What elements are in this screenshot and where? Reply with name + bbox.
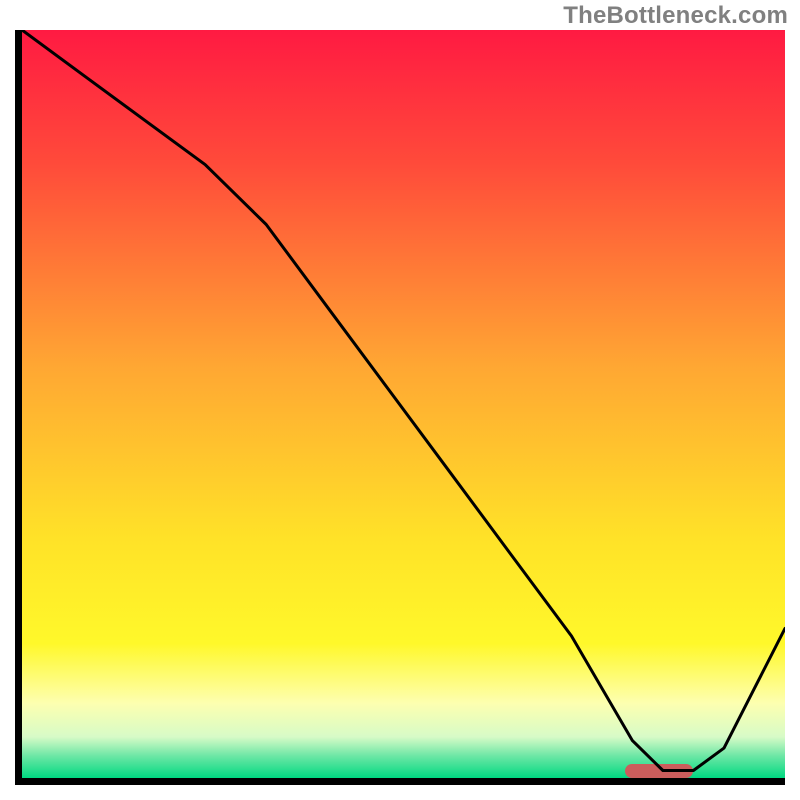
chart-container: TheBottleneck.com <box>0 0 800 800</box>
plot-area <box>22 30 785 778</box>
bottleneck-curve <box>22 30 785 778</box>
attribution-text: TheBottleneck.com <box>563 2 788 30</box>
axes-frame <box>15 30 785 785</box>
